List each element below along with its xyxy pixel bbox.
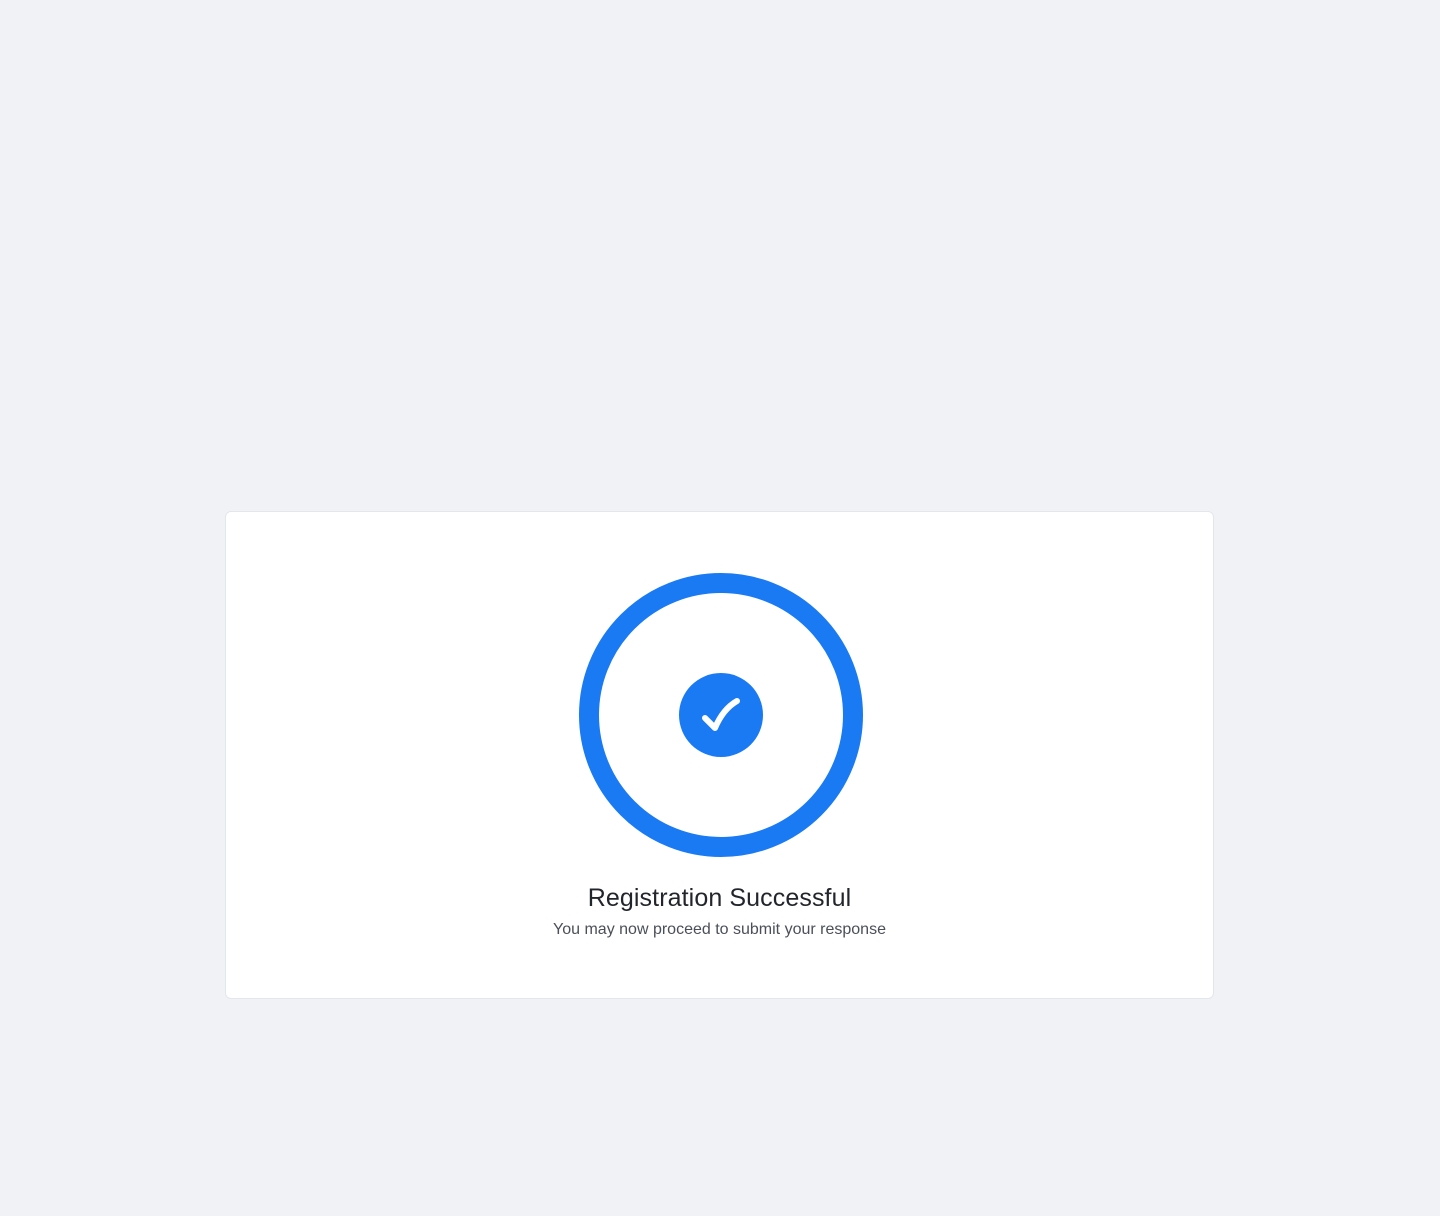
success-card: Registration Successful You may now proc… bbox=[225, 511, 1214, 999]
checkmark-icon bbox=[702, 698, 740, 731]
success-ring bbox=[579, 573, 863, 857]
success-message: You may now proceed to submit your respo… bbox=[553, 921, 886, 938]
check-badge bbox=[679, 673, 763, 757]
success-title: Registration Successful bbox=[587, 884, 852, 912]
